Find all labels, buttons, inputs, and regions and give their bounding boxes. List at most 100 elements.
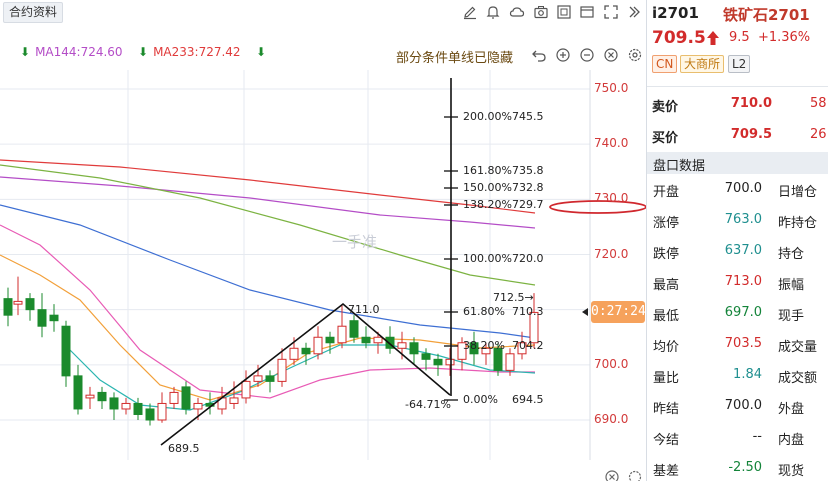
low-point-label: 689.5 (168, 442, 200, 455)
fib-level-label: 100.00% (463, 252, 512, 265)
candle-body (277, 358, 287, 382)
last-price: 709.5 (652, 28, 706, 48)
bid-price: 709.5 (730, 127, 772, 142)
candlestick-chart[interactable] (0, 0, 646, 481)
candle-body (133, 402, 143, 415)
fib-level-label: 150.00% (463, 181, 512, 194)
market-data-value: -2.50 (728, 460, 762, 475)
fib-value-label: 710.3 (512, 305, 544, 318)
trend-line (160, 302, 451, 446)
bid-volume: 26 (810, 127, 827, 142)
market-data-label: 最高 (653, 278, 680, 293)
market-data-value: 713.0 (724, 274, 762, 289)
candle-body (241, 380, 251, 399)
market-data-label: 开盘 (653, 185, 680, 200)
ma-blue-line (0, 204, 536, 339)
market-data-label: 跌停 (653, 247, 680, 262)
price-tick-label: 690.0 (594, 412, 629, 426)
market-data-row: 涨停 763.0 昨持仓 (647, 205, 828, 236)
candle-body (421, 353, 431, 360)
candle-body (325, 336, 335, 344)
candle-body (505, 353, 515, 371)
exchange-tag: 大商所 (680, 55, 725, 73)
market-data-label-secondary: 现手 (778, 309, 805, 324)
market-data-label: 量比 (653, 371, 680, 386)
market-data-row: 开盘 700.0 日增仓 (647, 174, 828, 205)
candle-body (373, 336, 383, 344)
candle-body (73, 375, 83, 410)
fib-value-label: 735.8 (512, 164, 544, 177)
ma144-line (0, 176, 536, 229)
fib-value-label: 694.5 (512, 393, 544, 406)
market-data-row: 基差 -2.50 现货 (647, 453, 828, 481)
candle-body (3, 298, 13, 316)
candle-body (397, 342, 407, 349)
market-data-value: 700.0 (724, 181, 762, 196)
fib-level-label: -64.71% (405, 398, 451, 411)
market-data-value: 763.0 (724, 212, 762, 227)
candle-body (265, 375, 275, 382)
market-data-label: 基差 (653, 464, 680, 479)
fib-level-label: 200.00% (463, 110, 512, 123)
candle-body (109, 397, 119, 410)
ask-label: 卖价 (652, 100, 679, 115)
fib-value-label: 745.5 (512, 110, 544, 123)
market-data-row: 最高 713.0 振幅 (647, 267, 828, 298)
watermark-text: 一手准 (332, 233, 378, 251)
ask-row[interactable]: 卖价 710.0 58 (647, 88, 828, 119)
market-data-value: 697.0 (724, 305, 762, 320)
market-data-value: 1.84 (733, 367, 762, 382)
candle-body (49, 314, 59, 322)
candle-body (169, 391, 179, 404)
quote-panel: i2701 铁矿石2701 709.5 9.5 +1.36% CN 大商所 L2… (647, 0, 828, 481)
price-axis[interactable]: 750.0740.0730.0720.0710.0700.0690.0 (590, 70, 646, 460)
contract-name[interactable]: 铁矿石2701 (723, 4, 810, 25)
fib-value-label: 729.7 (512, 198, 544, 211)
market-data-row: 昨结 700.0 外盘 (647, 391, 828, 422)
market-tag-cn: CN (652, 55, 678, 73)
fib-value-label: 704.2 (512, 339, 544, 352)
market-data-value: 703.5 (724, 336, 762, 351)
fib-level-label: 0.00% (463, 393, 498, 406)
current-price-pointer (582, 308, 588, 317)
market-data-label: 今结 (653, 433, 680, 448)
market-data-label-secondary: 持仓 (778, 247, 805, 262)
settings-small-icon[interactable] (627, 469, 643, 481)
last-high-label: 712.5→ (493, 291, 534, 304)
market-data-row: 今结 -- 内盘 (647, 422, 828, 453)
fib-value-label: 732.8 (512, 181, 544, 194)
market-data-label: 均价 (653, 340, 680, 355)
price-tick-label: 720.0 (594, 246, 629, 261)
price-tick-label: 700.0 (594, 356, 629, 371)
market-data-value: 637.0 (724, 243, 762, 258)
price-change: 9.5 +1.36% (729, 30, 811, 45)
trend-drawings (160, 302, 451, 446)
chart-grid (0, 70, 591, 460)
market-data-label-secondary: 振幅 (778, 278, 805, 293)
moving-average-lines (0, 159, 536, 411)
market-data-value: 700.0 (724, 398, 762, 413)
close-small-icon[interactable] (604, 469, 620, 481)
candle-body (193, 402, 203, 410)
fib-value-label: 720.0 (512, 252, 544, 265)
candle-body (121, 402, 131, 410)
contract-code: i2701 (652, 4, 699, 22)
candle-body (157, 402, 167, 421)
candle-body (337, 325, 347, 344)
market-data-row: 跌停 637.0 持仓 (647, 236, 828, 267)
candle-body (433, 358, 443, 366)
candle-body (13, 300, 23, 305)
fib-level-label: 161.80% (463, 164, 512, 177)
countdown-badge: 0:27:24 (591, 301, 646, 324)
fib-level-label: 61.80% (463, 305, 505, 318)
divider (647, 86, 828, 87)
price-tick-label: 740.0 (594, 136, 629, 151)
candle-body (85, 394, 95, 399)
bid-row[interactable]: 买价 709.5 26 (647, 119, 828, 150)
candle-body (253, 375, 263, 382)
price-tick-label: 730.0 (594, 191, 629, 206)
fib-level-label: 38.20% (463, 339, 505, 352)
candle-body (61, 325, 71, 377)
market-data-label-secondary: 成交额 (778, 371, 818, 386)
level2-tag[interactable]: L2 (728, 55, 751, 73)
